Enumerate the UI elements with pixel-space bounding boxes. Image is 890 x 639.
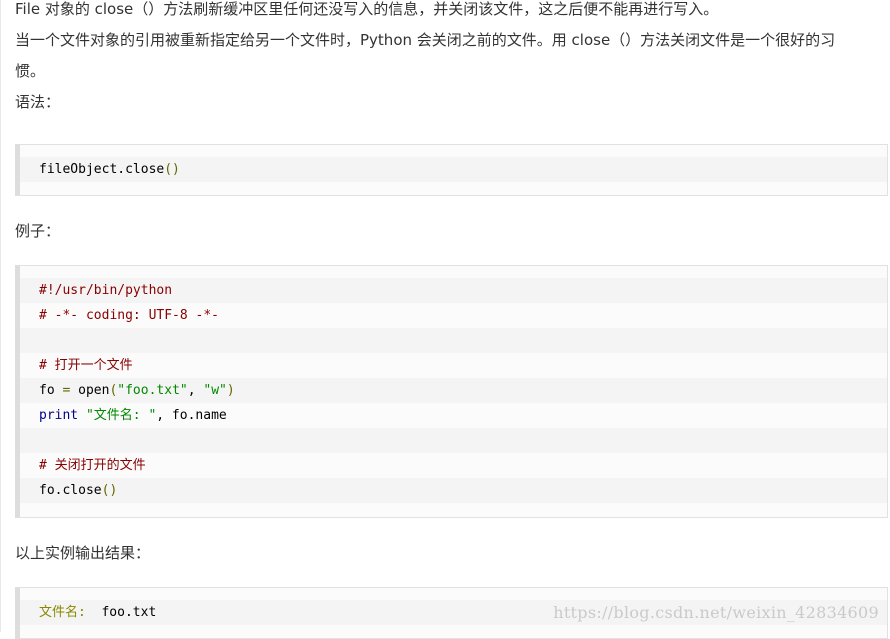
output-value: foo.txt (85, 605, 157, 620)
syntax-code-block: fileObject.close() (15, 144, 888, 196)
code-token: open (78, 383, 110, 398)
code-line: #!/usr/bin/python (20, 278, 887, 303)
code-token: () (101, 483, 118, 498)
code-line: print "文件名: ", fo.name (20, 403, 887, 428)
code-line: # 打开一个文件 (20, 353, 887, 378)
code-token: ) (226, 383, 235, 398)
code-token: () (164, 162, 180, 177)
left-border (0, 0, 1, 632)
code-token: , (187, 383, 204, 398)
code-comment: # 打开一个文件 (39, 358, 133, 373)
code-keyword: print (39, 408, 79, 423)
code-line: fo.close() (20, 478, 887, 503)
intro-paragraph-line-3: 惯。 (15, 62, 46, 80)
syntax-heading: 语法： (15, 93, 61, 111)
code-string: "w" (203, 383, 227, 398)
example-code-block: #!/usr/bin/python # -*- coding: UTF-8 -*… (15, 265, 888, 518)
code-token: fileObject.close (39, 162, 165, 177)
code-line: fileObject.close() (20, 157, 887, 182)
code-comment: # 关闭打开的文件 (39, 458, 146, 473)
intro-paragraph-line-1: File 对象的 close（）方法刷新缓冲区里任何还没写入的信息，并关闭该文件… (15, 0, 719, 18)
code-line-blank (20, 328, 887, 353)
code-line: 文件名: foo.txt (20, 600, 887, 625)
code-token: = (54, 383, 79, 398)
intro-paragraph-line-2: 当一个文件对象的引用被重新指定给另一个文件时，Python 会关闭之前的文件。用… (15, 31, 836, 49)
code-token: fo (39, 383, 55, 398)
code-string: "文件名: " (78, 408, 157, 423)
code-string: "foo.txt" (117, 383, 188, 398)
code-line: # 关闭打开的文件 (20, 453, 887, 478)
code-token: fo.close (39, 483, 102, 498)
code-token: , fo.name (156, 408, 227, 423)
output-label: 文件名: (39, 605, 86, 620)
code-line-blank (20, 428, 887, 453)
example-heading: 例子： (15, 222, 61, 240)
output-heading: 以上实例输出结果： (15, 544, 151, 562)
code-line: # -*- coding: UTF-8 -*- (20, 303, 887, 328)
code-comment: #!/usr/bin/python (39, 283, 173, 298)
output-code-block: 文件名: foo.txt (15, 587, 888, 639)
code-comment: # -*- coding: UTF-8 -*- (39, 308, 220, 323)
article-body: File 对象的 close（）方法刷新缓冲区里任何还没写入的信息，并关闭该文件… (15, 0, 888, 639)
code-line: fo = open("foo.txt", "w") (20, 378, 887, 403)
